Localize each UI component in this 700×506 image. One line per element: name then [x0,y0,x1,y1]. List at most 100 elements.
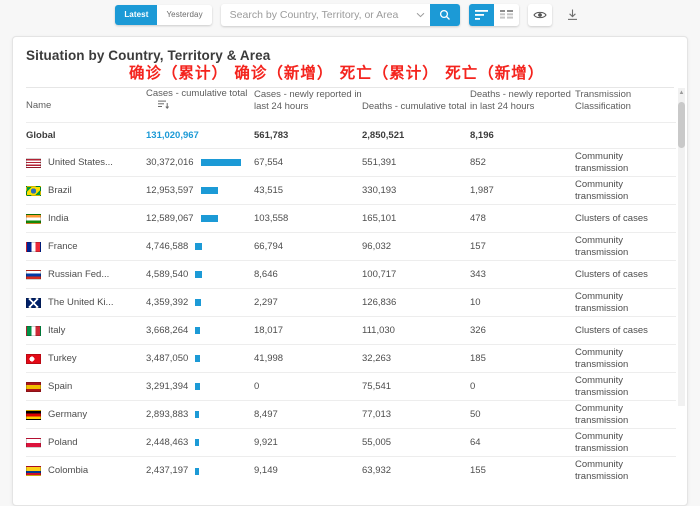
table-row[interactable]: Brazil 12,953,597 43,515 330,193 1,987 Commun… [26,176,676,205]
country-name-label: Italy [48,324,66,336]
cell-name: Germany [26,400,146,429]
table-row[interactable]: India 12,589,067 103,558 165,101 478 Clusters… [26,204,676,233]
cases-bar [195,271,203,279]
flag-icon-co [26,466,41,477]
cell-cases-new: 0 [254,372,362,401]
cell-deaths-total: 330,193 [362,176,470,205]
cases-bar [200,187,218,195]
cell-cases-total: 12,589,067 [146,204,254,233]
list-view-icon[interactable] [468,4,494,26]
chinese-annotation: 确诊（累计） 确诊（新增） 死亡（累计） 死亡（新增） [129,64,545,82]
table-body: Global 131,020,967 561,783 2,850,521 8,196 Un… [26,122,676,485]
cases-bar [200,159,241,167]
cell-deaths-total: 100,717 [362,260,470,289]
situation-card: Situation by Country, Territory & Area 确… [12,36,688,506]
column-header-name[interactable]: Name [26,88,146,123]
cell-deaths-new: 185 [470,344,575,373]
table-row[interactable]: France 4,746,588 66,794 96,032 157 Community … [26,232,676,261]
cases-bar [195,439,200,447]
column-header-transmission[interactable]: Transmission Classification [575,88,676,123]
table-scrollbar[interactable]: ▲ [678,88,685,406]
cell-name: India [26,204,146,233]
cell-deaths-total: 77,013 [362,400,470,429]
cell-cases-new: 8,497 [254,400,362,429]
cell-cases-new: 103,558 [254,204,362,233]
country-name-label: Spain [48,380,73,392]
country-name-label: India [48,212,69,224]
column-header-deaths-total[interactable]: Deaths - cumulative total [362,88,470,123]
cell-transmission: Community transmission [575,344,676,373]
grid-view-icon[interactable] [493,4,519,26]
cell-transmission: Community transmission [575,372,676,401]
cases-total-value: 30,372,016 [146,156,194,168]
cell-name: Spain [26,372,146,401]
view-mode-toggle [468,4,519,26]
cell-transmission: Community transmission [575,400,676,429]
cell-transmission: Community transmission [575,148,676,177]
table-row[interactable]: United States... 30,372,016 67,554 551,391 8… [26,148,676,177]
table-row-global[interactable]: Global 131,020,967 561,783 2,850,521 8,196 [26,122,676,149]
column-header-cases-total[interactable]: Cases - cumulative total [146,88,254,123]
cases-total-value: 12,953,597 [146,184,194,196]
yesterday-button[interactable]: Yesterday [157,5,212,25]
cell-name: Poland [26,428,146,457]
search-bar [220,4,460,26]
cell-deaths-total: 32,263 [362,344,470,373]
latest-button[interactable]: Latest [115,5,158,25]
cases-bar [195,411,200,419]
flag-icon-de [26,409,41,420]
cell-cases-total: 2,448,463 [146,428,254,457]
column-header-cases-new[interactable]: Cases - newly reported in last 24 hours [254,88,362,123]
table-row[interactable]: The United Ki... 4,359,392 2,297 126,836 10 C… [26,288,676,317]
cases-total-value: 4,746,588 [146,240,189,252]
column-header-deaths-new[interactable]: Deaths - newly reported in last 24 hours [470,88,575,123]
cell-deaths-new: 478 [470,204,575,233]
column-header-cases-total-label: Cases - cumulative total [146,88,248,99]
cases-bar [195,467,200,475]
country-name-label: Poland [48,436,78,448]
country-name-label: The United Ki... [48,296,114,308]
scrollbar-thumb[interactable] [678,102,685,148]
cases-total-value: 3,668,264 [146,324,189,336]
cases-bar [195,383,201,391]
cell-deaths-new: 50 [470,400,575,429]
cell-cases-new: 9,921 [254,428,362,457]
cases-total-value: 4,359,392 [146,296,189,308]
country-data-table: Name Cases - cumulative total Cases - ne… [26,88,676,485]
download-icon[interactable] [560,4,585,26]
chevron-down-icon[interactable] [412,4,430,26]
cell-transmission: Community transmission [575,176,676,205]
page-title: Situation by Country, Territory & Area [26,48,271,63]
cell-transmission [575,122,676,149]
table-row[interactable]: Italy 3,668,264 18,017 111,030 326 Clusters o… [26,316,676,345]
country-name-label: France [48,240,78,252]
cell-deaths-new: 155 [470,456,575,485]
table-row[interactable]: Spain 3,291,394 0 75,541 0 Community transmis… [26,372,676,401]
scroll-up-arrow[interactable]: ▲ [678,90,685,96]
flag-icon-in [26,213,41,224]
search-icon[interactable] [429,4,460,26]
eye-icon[interactable] [527,4,552,26]
table-row[interactable]: Germany 2,893,883 8,497 77,013 50 Community t… [26,400,676,429]
cases-bar [195,299,202,307]
table-row[interactable]: Poland 2,448,463 9,921 55,005 64 Community tr… [26,428,676,457]
cases-total-value: 4,589,540 [146,268,189,280]
cell-deaths-total: 75,541 [362,372,470,401]
cell-cases-total: 4,589,540 [146,260,254,289]
table-row[interactable]: Turkey 3,487,050 41,998 32,263 185 Community … [26,344,676,373]
cases-bar [195,327,201,335]
cell-deaths-new: 0 [470,372,575,401]
cell-deaths-new: 64 [470,428,575,457]
cell-name: Turkey [26,344,146,373]
sort-descending-icon[interactable] [158,100,169,113]
cell-cases-total: 2,437,197 [146,456,254,485]
table-row[interactable]: Colombia 2,437,197 9,149 63,932 155 Community… [26,456,676,485]
table-row[interactable]: Russian Fed... 4,589,540 8,646 100,717 343 Cl… [26,260,676,289]
search-input[interactable] [220,9,412,21]
cell-cases-new: 18,017 [254,316,362,345]
cell-cases-new: 8,646 [254,260,362,289]
cell-name: Brazil [26,176,146,205]
cases-bar [195,243,203,251]
cell-deaths-total: 126,836 [362,288,470,317]
cell-deaths-total: 111,030 [362,316,470,345]
